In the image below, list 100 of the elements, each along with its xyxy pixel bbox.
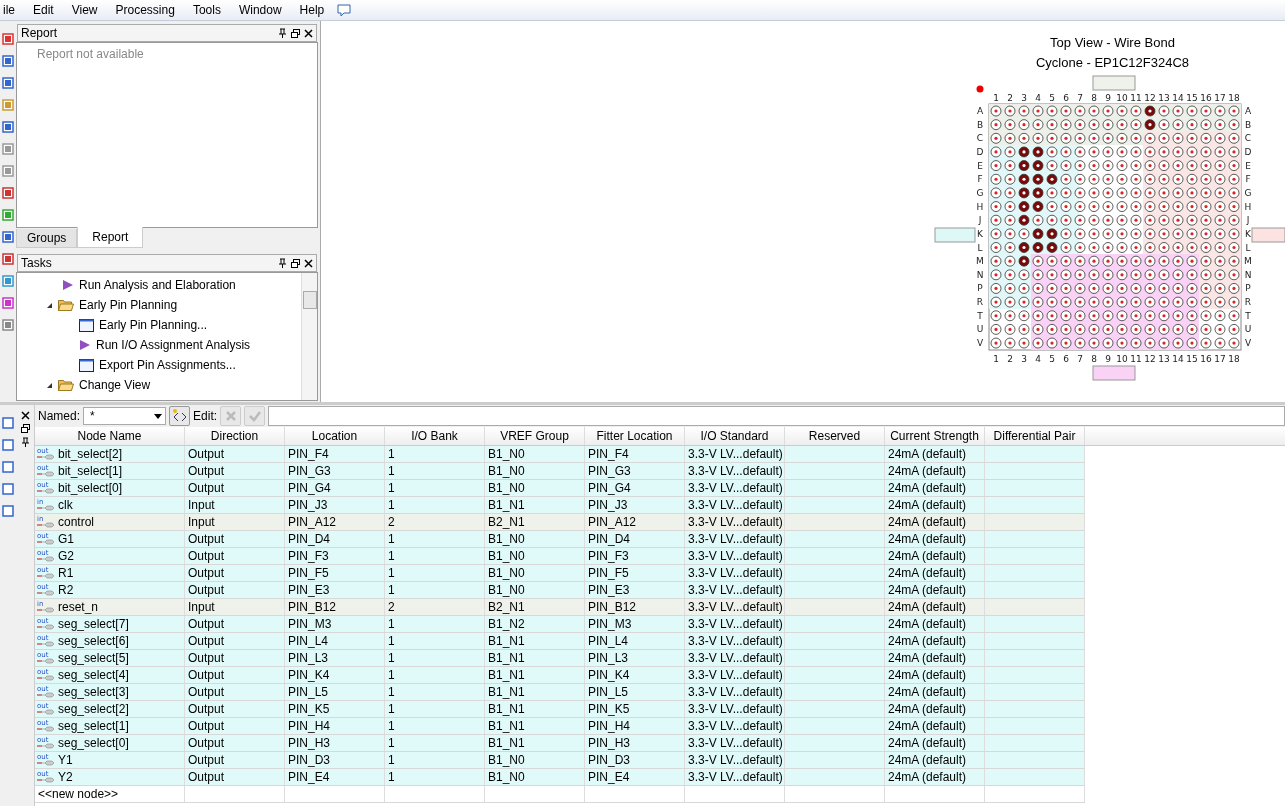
- toolbar-icon[interactable]: [2, 275, 14, 287]
- column-header[interactable]: Reserved: [785, 427, 885, 445]
- tab[interactable]: Report: [77, 227, 144, 248]
- menu-item[interactable]: Help: [290, 3, 334, 17]
- task-item[interactable]: Early Pin Planning: [79, 298, 178, 312]
- comment-icon[interactable]: [337, 3, 352, 17]
- menu-item[interactable]: Processing: [106, 3, 184, 17]
- toolbar-icon[interactable]: [2, 461, 14, 473]
- new-node-cell[interactable]: <<new node>>: [35, 786, 185, 802]
- table-cell: 3.3-V LV...default): [685, 599, 785, 615]
- pin-icon[interactable]: [278, 28, 287, 38]
- column-header[interactable]: I/O Standard: [685, 427, 785, 445]
- toolbar-icon[interactable]: [2, 253, 14, 265]
- column-label: 6: [1063, 93, 1069, 103]
- table-cell: PIN_K5: [585, 701, 685, 717]
- toolbar-icon[interactable]: [2, 143, 14, 155]
- view-title: Top View - Wire Bond: [1049, 34, 1175, 52]
- task-item[interactable]: Run I/O Assignment Analysis: [96, 338, 251, 352]
- folder-icon: [58, 299, 74, 311]
- row-label: U: [976, 324, 984, 335]
- toolbar-icon[interactable]: [2, 121, 14, 133]
- toolbar-icon[interactable]: [2, 231, 14, 243]
- named-dropdown[interactable]: *: [83, 407, 167, 425]
- row-label: D: [976, 146, 984, 157]
- close-icon[interactable]: [304, 258, 313, 268]
- restore-icon[interactable]: [20, 424, 30, 433]
- restore-icon[interactable]: [291, 258, 300, 268]
- row-label: P: [977, 283, 983, 294]
- column-header[interactable]: Node Name: [35, 427, 185, 445]
- filter-button[interactable]: [169, 406, 191, 426]
- table-cell: B1_N1: [485, 633, 585, 649]
- table-cell: PIN_F4: [285, 446, 385, 462]
- column-header[interactable]: VREF Group: [485, 427, 585, 445]
- task-item[interactable]: Early Pin Planning...: [99, 318, 208, 332]
- toolbar-icon[interactable]: [2, 483, 14, 495]
- column-label: 5: [1049, 354, 1055, 364]
- pin-icon[interactable]: [20, 437, 30, 447]
- panel-title: Report: [21, 26, 58, 40]
- row-label: F: [1245, 174, 1251, 185]
- toolbar-icon[interactable]: [2, 77, 14, 89]
- table-cell: PIN_L4: [285, 633, 385, 649]
- table-cell: PIN_L5: [285, 684, 385, 700]
- column-header[interactable]: Location: [285, 427, 385, 445]
- table-cell: 1: [385, 582, 485, 598]
- toolbar-icon[interactable]: [2, 55, 14, 67]
- table-cell: seg_select[5]: [58, 650, 129, 666]
- menu-item[interactable]: Window: [229, 3, 291, 17]
- toolbar-icon[interactable]: [2, 439, 14, 451]
- toolbar-icon[interactable]: [2, 297, 14, 309]
- pin-icon[interactable]: [278, 258, 287, 268]
- task-item[interactable]: Export Pin Assignments...: [99, 358, 236, 372]
- menu-item[interactable]: View: [62, 3, 107, 17]
- table-cell: reset_n: [58, 599, 99, 615]
- column-header[interactable]: I/O Bank: [385, 427, 485, 445]
- table-cell: PIN_K5: [285, 701, 385, 717]
- column-label: 13: [1158, 93, 1170, 103]
- table-cell: Output: [185, 769, 285, 785]
- toolbar-icon[interactable]: [2, 505, 14, 517]
- task-item[interactable]: Run Analysis and Elaboration: [79, 278, 236, 292]
- table-cell: PIN_G4: [585, 480, 685, 496]
- column-header[interactable]: Current Strength: [885, 427, 985, 445]
- menu-item[interactable]: Edit: [24, 3, 63, 17]
- table-cell: 1: [385, 463, 485, 479]
- toolbar-icon[interactable]: [2, 209, 14, 221]
- table-cell: B2_N1: [485, 599, 585, 615]
- column-label: 6: [1063, 354, 1069, 364]
- menu-item[interactable]: ile: [0, 3, 24, 17]
- task-item[interactable]: Change View: [79, 378, 151, 392]
- table-cell: 3.3-V LV...default): [685, 718, 785, 734]
- toolbar-icon[interactable]: [2, 33, 14, 45]
- table-cell: PIN_G4: [285, 480, 385, 496]
- table-cell: B1_N1: [485, 684, 585, 700]
- table-cell: B1_N0: [485, 463, 585, 479]
- expand-arrow-icon[interactable]: [46, 301, 53, 309]
- restore-icon[interactable]: [291, 28, 300, 38]
- column-header[interactable]: Differential Pair: [985, 427, 1085, 445]
- close-icon[interactable]: [20, 411, 30, 420]
- table-cell: PIN_H4: [585, 718, 685, 734]
- table-cell: 1: [385, 650, 485, 666]
- close-icon[interactable]: [304, 28, 313, 38]
- table-cell: 3.3-V LV...default): [685, 446, 785, 462]
- toolbar-icon[interactable]: [2, 187, 14, 199]
- toolbar-icon[interactable]: [2, 99, 14, 111]
- table-cell: Output: [185, 565, 285, 581]
- expand-arrow-icon[interactable]: [46, 381, 53, 389]
- table-cell: 24mA (default): [885, 633, 985, 649]
- table-cell: B1_N0: [485, 480, 585, 496]
- toolbar-icon[interactable]: [2, 319, 14, 331]
- toolbar-icon[interactable]: [2, 165, 14, 177]
- menu-item[interactable]: Tools: [183, 3, 230, 17]
- row-label: U: [1244, 324, 1252, 335]
- table-cell: PIN_G3: [285, 463, 385, 479]
- column-header[interactable]: Direction: [185, 427, 285, 445]
- edit-field[interactable]: [268, 406, 1285, 426]
- tab[interactable]: Groups: [16, 229, 78, 248]
- scrollbar[interactable]: [301, 273, 317, 400]
- table-cell: PIN_L3: [585, 650, 685, 666]
- toolbar-icon[interactable]: [2, 417, 14, 429]
- column-header[interactable]: Fitter Location: [585, 427, 685, 445]
- table-cell: PIN_D4: [285, 531, 385, 547]
